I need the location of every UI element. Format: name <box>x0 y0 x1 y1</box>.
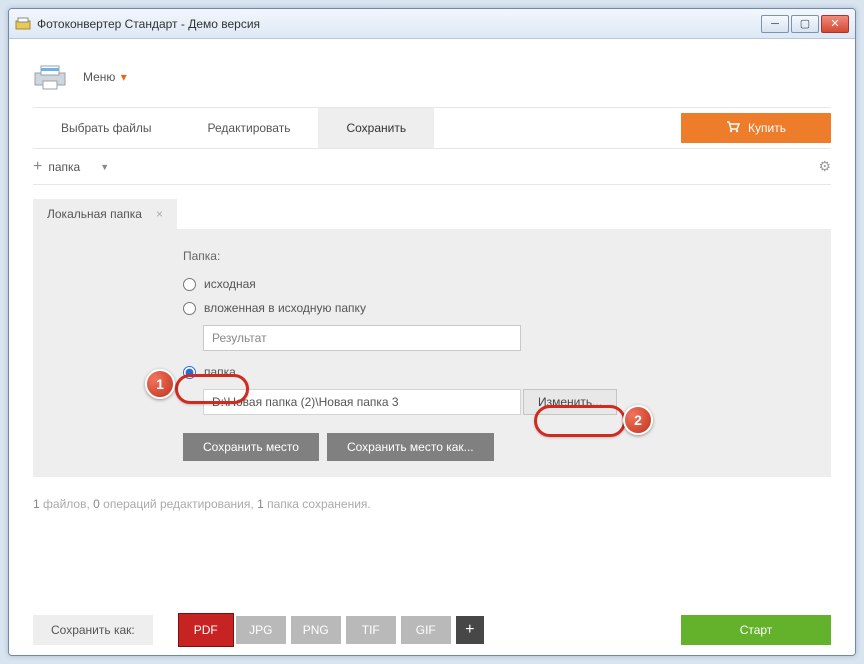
cart-icon <box>726 121 740 136</box>
format-pdf[interactable]: PDF <box>181 616 231 644</box>
menu-button[interactable]: Меню ▾ <box>83 70 127 84</box>
save-place-button[interactable]: Сохранить место <box>183 433 319 461</box>
path-row: D:\Новая папка (2)\Новая папка 3 Изменит… <box>203 389 801 415</box>
menu-label: Меню <box>83 70 115 84</box>
bottom-bar: Сохранить как: PDF JPG PNG TIF GIF + Ста… <box>33 601 831 645</box>
change-button[interactable]: Изменить... <box>523 389 617 415</box>
status-line: 1 файлов, 0 операций редактирования, 1 п… <box>33 497 831 511</box>
menubar: Меню ▾ <box>33 53 831 101</box>
tab-local-folder-label: Локальная папка <box>47 207 142 221</box>
format-tif[interactable]: TIF <box>346 616 396 644</box>
location-tabs: Локальная папка × <box>33 199 831 229</box>
main-tabs: Выбрать файлы Редактировать Сохранить Ку… <box>33 107 831 149</box>
folder-dropdown-label: папка <box>48 160 80 174</box>
status-save-count: 1 <box>257 497 264 511</box>
save-place-as-button[interactable]: Сохранить место как... <box>327 433 494 461</box>
folder-dropdown[interactable]: папка ▼ <box>48 160 109 174</box>
radio-folder-input[interactable] <box>183 366 196 379</box>
window-title: Фотоконвертер Стандарт - Демо версия <box>37 17 761 31</box>
format-gif[interactable]: GIF <box>401 616 451 644</box>
caret-down-icon: ▼ <box>100 162 109 172</box>
status-files-count: 1 <box>33 497 40 511</box>
save-panel: Папка: исходная вложенная в исходную пап… <box>33 229 831 477</box>
nested-folder-field[interactable]: Результат <box>203 325 521 351</box>
add-icon[interactable]: + <box>33 158 42 176</box>
radio-nested-label: вложенная в исходную папку <box>204 301 366 315</box>
radio-nested[interactable]: вложенная в исходную папку <box>183 301 801 315</box>
radio-folder-label: папка <box>204 365 236 379</box>
start-button[interactable]: Старт <box>681 615 831 645</box>
status-ops-count: 0 <box>93 497 100 511</box>
app-window: Фотоконвертер Стандарт - Демо версия ─ ▢… <box>8 8 856 656</box>
caret-down-icon: ▾ <box>117 70 126 84</box>
titlebar: Фотоконвертер Стандарт - Демо версия ─ ▢… <box>9 9 855 39</box>
format-add[interactable]: + <box>456 616 484 644</box>
app-icon <box>15 16 31 32</box>
close-button[interactable]: ✕ <box>821 15 849 33</box>
radio-source-input[interactable] <box>183 278 196 291</box>
path-field[interactable]: D:\Новая папка (2)\Новая папка 3 <box>203 389 521 415</box>
annotation-badge-1: 1 <box>145 369 175 399</box>
gear-icon[interactable]: ⚙ <box>818 158 831 175</box>
minimize-button[interactable]: ─ <box>761 15 789 33</box>
close-icon[interactable]: × <box>156 207 163 221</box>
tab-local-folder[interactable]: Локальная папка × <box>33 199 177 229</box>
radio-source-label: исходная <box>204 277 256 291</box>
printer-icon <box>33 63 69 91</box>
save-as-label: Сохранить как: <box>33 615 153 645</box>
tab-save[interactable]: Сохранить <box>318 108 434 148</box>
radio-nested-input[interactable] <box>183 302 196 315</box>
window-buttons: ─ ▢ ✕ <box>761 15 849 33</box>
maximize-button[interactable]: ▢ <box>791 15 819 33</box>
tab-edit[interactable]: Редактировать <box>180 108 319 148</box>
client-area: Меню ▾ Выбрать файлы Редактировать Сохра… <box>9 39 855 655</box>
tab-select-files[interactable]: Выбрать файлы <box>33 108 180 148</box>
format-png[interactable]: PNG <box>291 616 341 644</box>
buy-button[interactable]: Купить <box>681 113 831 143</box>
format-jpg[interactable]: JPG <box>236 616 286 644</box>
radio-folder[interactable]: папка <box>183 365 801 379</box>
buy-label: Купить <box>748 121 786 135</box>
radio-source[interactable]: исходная <box>183 277 801 291</box>
subtoolbar: + папка ▼ ⚙ <box>33 149 831 185</box>
folder-heading: Папка: <box>183 249 801 263</box>
save-buttons: Сохранить место Сохранить место как... <box>183 433 801 461</box>
